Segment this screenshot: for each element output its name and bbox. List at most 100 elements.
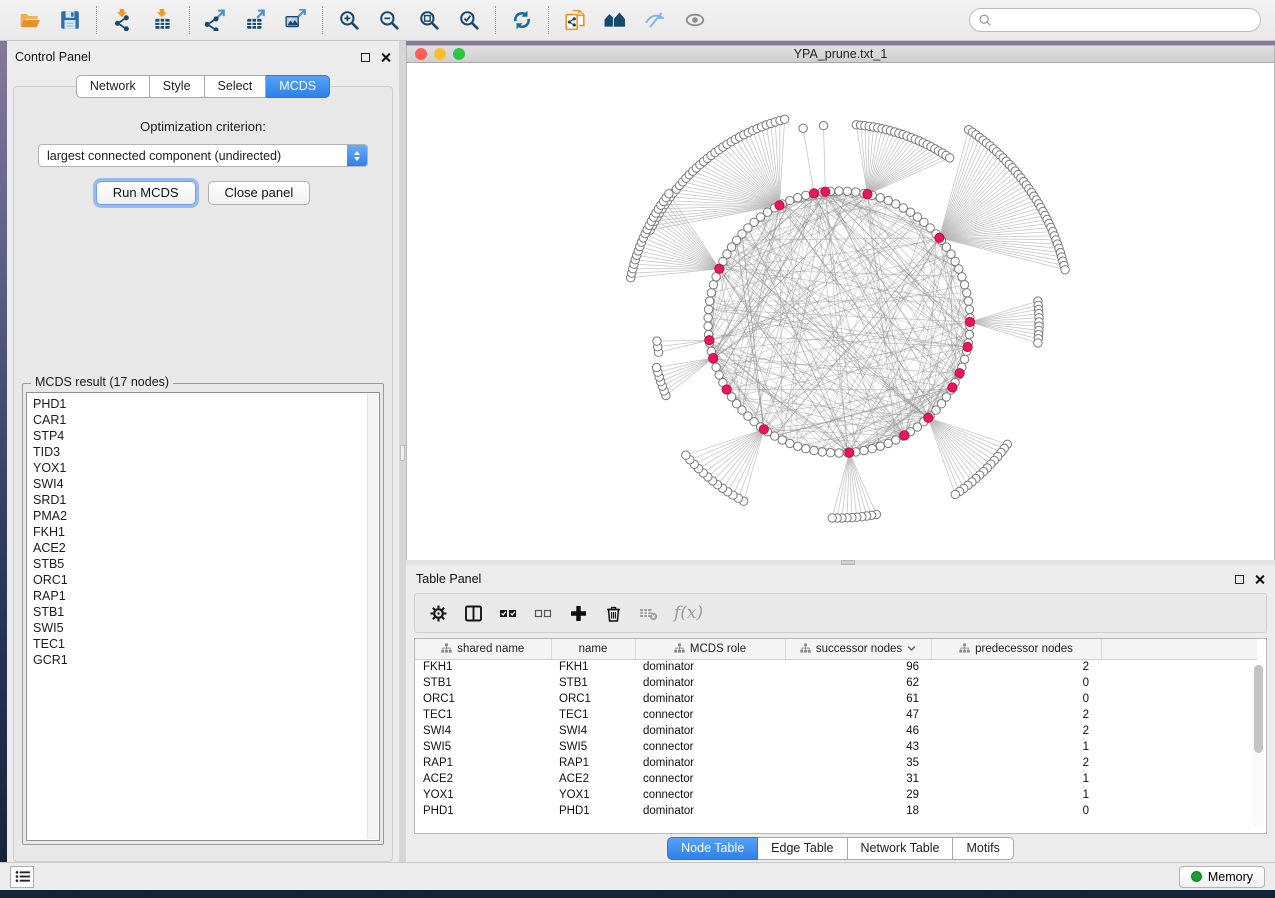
leaf-node[interactable] [828, 514, 836, 522]
network-window-titlebar[interactable]: YPA_prune.txt_1 [406, 45, 1275, 63]
leaf-node[interactable] [780, 115, 788, 123]
mcds-node[interactable] [955, 369, 964, 378]
mcds-node[interactable] [705, 336, 714, 345]
ring-node[interactable] [958, 273, 966, 281]
ring-node[interactable] [715, 371, 723, 379]
table-scrollbar-thumb[interactable] [1254, 665, 1263, 753]
import-table-button[interactable] [143, 3, 183, 37]
mcds-node[interactable] [845, 448, 854, 457]
tab-node-table[interactable]: Node Table [667, 837, 758, 860]
tab-style[interactable]: Style [150, 75, 205, 98]
ring-node[interactable] [960, 355, 968, 363]
vertical-splitter[interactable] [399, 41, 406, 862]
zoom-in-button[interactable] [329, 3, 369, 37]
ring-node[interactable] [852, 188, 860, 196]
save-session-button[interactable] [50, 3, 90, 37]
ring-node[interactable] [860, 446, 868, 454]
table-row[interactable]: TEC1TEC1connector472 [415, 707, 1257, 723]
mcds-node-item[interactable]: SWI4 [33, 476, 379, 492]
ring-node[interactable] [876, 194, 884, 202]
zoom-out-button[interactable] [369, 3, 409, 37]
ring-node[interactable] [963, 289, 971, 297]
mcds-node-item[interactable]: RAP1 [33, 588, 379, 604]
mcds-node[interactable] [775, 201, 784, 210]
import-network-button[interactable] [103, 3, 143, 37]
mcds-node-item[interactable]: SRD1 [33, 492, 379, 508]
duplicate-network-button[interactable] [555, 3, 595, 37]
table-row[interactable]: YOX1YOX1connector291 [415, 787, 1257, 803]
ring-node[interactable] [712, 363, 720, 371]
mcds-node-item[interactable]: STB1 [33, 604, 379, 620]
mcds-node-item[interactable]: GCR1 [33, 652, 379, 668]
column-header-predecessor-nodes[interactable]: predecessor nodes [931, 639, 1101, 659]
mcds-node[interactable] [935, 233, 944, 242]
ring-node[interactable] [835, 187, 843, 195]
mcds-node[interactable] [759, 425, 768, 434]
ring-node[interactable] [704, 322, 712, 330]
deselect-all-button[interactable] [534, 604, 553, 623]
float-table-panel-icon[interactable] [1235, 575, 1244, 584]
mcds-result-list[interactable]: PHD1CAR1STP4TID3YOX1SWI4SRD1PMA2FKH1ACE2… [26, 392, 380, 841]
ring-node[interactable] [707, 289, 715, 297]
refresh-button[interactable] [502, 3, 542, 37]
ring-node[interactable] [951, 257, 959, 265]
table-row[interactable]: PHD1PHD1dominator180 [415, 803, 1257, 819]
ring-node[interactable] [826, 449, 834, 457]
table-row[interactable]: SWI4SWI4dominator462 [415, 723, 1257, 739]
mcds-node-item[interactable]: YOX1 [33, 460, 379, 476]
mcds-node-item[interactable]: FKH1 [33, 524, 379, 540]
ring-node[interactable] [709, 281, 717, 289]
horizontal-splitter[interactable] [406, 560, 1275, 565]
ring-node[interactable] [786, 196, 794, 204]
settings-button[interactable] [429, 604, 448, 623]
close-panel-icon[interactable] [380, 52, 391, 63]
mcds-node[interactable] [821, 187, 830, 196]
leaf-node[interactable] [682, 451, 690, 459]
ring-node[interactable] [876, 442, 884, 450]
tab-edge-table[interactable]: Edge Table [758, 837, 847, 860]
ring-node[interactable] [810, 446, 818, 454]
ring-node[interactable] [835, 449, 843, 457]
vertical-splitter-handle[interactable] [400, 445, 405, 461]
ring-node[interactable] [843, 187, 851, 195]
tab-mcds[interactable]: MCDS [266, 75, 330, 98]
float-panel-icon[interactable] [361, 53, 370, 62]
close-table-panel-icon[interactable] [1254, 574, 1265, 585]
zoom-fit-button[interactable] [409, 3, 449, 37]
ring-node[interactable] [802, 191, 810, 199]
leaf-node[interactable] [665, 190, 673, 198]
column-header-name[interactable]: name [551, 639, 635, 659]
ring-node[interactable] [794, 442, 802, 450]
tab-network[interactable]: Network [76, 75, 150, 98]
leaf-node[interactable] [799, 124, 807, 132]
table-row[interactable]: STB1STB1dominator620 [415, 675, 1257, 691]
table-row[interactable]: ACE2ACE2connector311 [415, 771, 1257, 787]
mcds-node-item[interactable]: TID3 [33, 444, 379, 460]
search-box[interactable] [969, 8, 1261, 32]
home-button[interactable] [595, 3, 635, 37]
table-scrollbar[interactable] [1252, 663, 1264, 827]
mcds-node-item[interactable]: STP4 [33, 428, 379, 444]
ring-node[interactable] [818, 448, 826, 456]
zoom-selected-button[interactable] [449, 3, 489, 37]
mcds-node[interactable] [715, 264, 724, 273]
mcds-node[interactable] [900, 431, 909, 440]
export-image-button[interactable] [276, 3, 316, 37]
mcds-node-item[interactable]: ACE2 [33, 540, 379, 556]
horizontal-splitter-handle[interactable] [841, 560, 855, 565]
table-row[interactable]: RAP1RAP1dominator352 [415, 755, 1257, 771]
mcds-node-item[interactable]: CAR1 [33, 412, 379, 428]
mcds-node-item[interactable]: STB5 [33, 556, 379, 572]
leaf-node[interactable] [946, 154, 954, 162]
column-header-successor-nodes[interactable]: successor nodes [785, 639, 931, 659]
export-table-button[interactable] [236, 3, 276, 37]
ring-node[interactable] [704, 305, 712, 313]
close-panel-button[interactable]: Close panel [208, 181, 311, 205]
mcds-node[interactable] [709, 354, 718, 363]
mcds-node[interactable] [809, 189, 818, 198]
delete-column-button[interactable] [604, 604, 623, 623]
mcds-node[interactable] [722, 385, 731, 394]
hide-panels-button[interactable] [635, 3, 675, 37]
select-all-button[interactable] [499, 604, 518, 623]
leaf-node[interactable] [951, 490, 959, 498]
